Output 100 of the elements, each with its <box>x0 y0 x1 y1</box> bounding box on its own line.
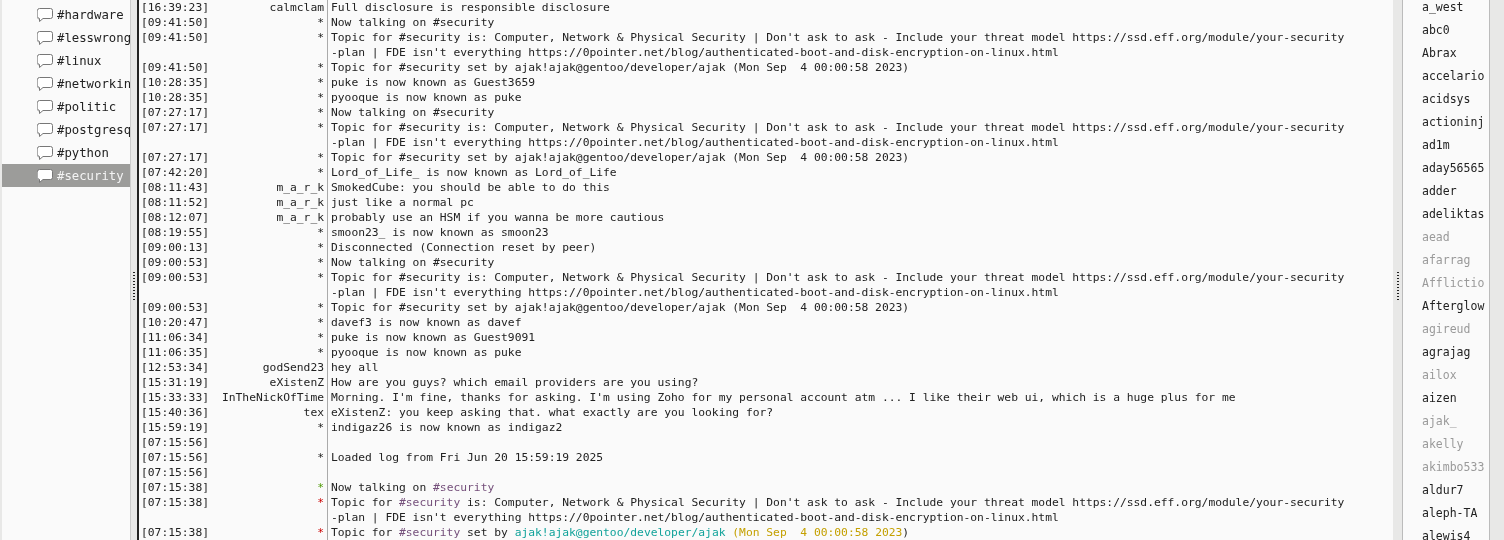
user-name[interactable]: adeliktas <box>1422 207 1485 221</box>
nick-label: * <box>317 226 324 239</box>
nick-label: * <box>317 61 324 74</box>
chat-bubble-icon <box>36 98 53 115</box>
user-name[interactable]: ad1m <box>1422 138 1450 152</box>
timestamp: [07:15:56] <box>141 436 209 449</box>
message-text: pyooque is now known as puke <box>331 90 523 105</box>
chat-bubble-icon <box>36 144 53 161</box>
timestamp: [15:59:19] <box>141 421 209 434</box>
channel-item[interactable]: #python <box>2 141 130 164</box>
timestamp: [07:27:17] <box>141 121 209 134</box>
resize-grip[interactable] <box>1396 272 1399 302</box>
channel-item[interactable]: #postgresq <box>2 118 130 141</box>
chat-bubble-icon <box>36 121 53 138</box>
message-text: eXistenZ: you keep asking that. what exactly are you looking for? <box>331 405 775 420</box>
user-name[interactable]: aizen <box>1422 391 1457 405</box>
message-text: Morning. I'm fine, thanks for asking. I'm using Zoho for my personal account atm ... I like their web ui, which is a huge plus for me <box>331 390 1237 405</box>
message-text: -plan | FDE isn't everything https://0pointer.net/blog/authenticated-boot-and-disk-encryption-on-linux.html <box>331 45 1060 60</box>
user-name[interactable]: alewis4 <box>1422 529 1471 540</box>
user-name[interactable]: abc0 <box>1422 23 1450 37</box>
message-text: probably use an HSM if you wanna be more cautious <box>331 210 666 225</box>
chat-bubble-icon <box>36 75 53 92</box>
message-text: Topic for #security set by ajak!ajak@gentoo/developer/ajak (Mon Sep 4 00:00:58 2023) <box>331 150 911 165</box>
user-name[interactable]: actioninj <box>1422 115 1485 129</box>
message-text: Topic for #security is: Computer, Network & Physical Security | Don't ask to ask - Include your threat model https://ssd.eff.org/module/your-security <box>331 30 1346 45</box>
message-text: smoon23_ is now known as smoon23 <box>331 225 550 240</box>
message-text: -plan | FDE isn't everything https://0pointer.net/blog/authenticated-boot-and-disk-encryption-on-linux.html <box>331 510 1060 525</box>
nick-label: * <box>317 256 324 269</box>
nick-label: * <box>317 166 324 179</box>
nick-label: * <box>317 76 324 89</box>
timestamp: [07:27:17] <box>141 106 209 119</box>
message-text: Topic for #security is: Computer, Network & Physical Security | Don't ask to ask - Include your threat model https://ssd.eff.org/module/your-security <box>331 495 1346 510</box>
timestamp: [10:28:35] <box>141 91 209 104</box>
nick-label: * <box>317 346 324 359</box>
timestamp: [08:11:52] <box>141 196 209 209</box>
timestamp: [09:00:53] <box>141 271 209 284</box>
timestamp: [09:41:50] <box>141 31 209 44</box>
nick-label: * <box>317 121 324 134</box>
nick-label: m_a_r_k <box>276 211 324 224</box>
user-name[interactable]: adder <box>1422 184 1457 198</box>
message-text: Topic for #security set by ajak!ajak@gentoo/developer/ajak (Mon Sep 4 00:00:58 2023) <box>331 525 911 540</box>
nick-label: * <box>317 316 324 329</box>
message-text: davef3 is now known as davef <box>331 315 523 330</box>
nick-label: godSend23 <box>262 361 324 374</box>
timestamp: [09:41:50] <box>141 16 209 29</box>
timestamp: [07:27:17] <box>141 151 209 164</box>
channel-item[interactable]: #lesswrong <box>2 26 130 49</box>
timestamp: [15:33:33] <box>141 391 209 404</box>
user-name[interactable]: Afterglow <box>1422 299 1485 313</box>
message-text: -plan | FDE isn't everything https://0pointer.net/blog/authenticated-boot-and-disk-encryption-on-linux.html <box>331 135 1060 150</box>
timestamp: [07:15:38] <box>141 481 209 494</box>
timestamp: [15:40:36] <box>141 406 209 419</box>
nick-label: tex <box>303 406 324 419</box>
message-text: puke is now known as Guest9091 <box>331 330 537 345</box>
message-text: Now talking on #security <box>331 255 496 270</box>
message-text: Topic for #security set by ajak!ajak@gentoo/developer/ajak (Mon Sep 4 00:00:58 2023) <box>331 300 911 315</box>
message-text: Now talking on #security <box>331 480 496 495</box>
nick-label: * <box>317 106 324 119</box>
timestamp: [07:15:56] <box>141 451 209 464</box>
user-name[interactable]: a_west <box>1422 0 1464 14</box>
user-name[interactable]: aday56565 <box>1422 161 1485 175</box>
user-name[interactable]: accelario <box>1422 69 1485 83</box>
nick-label: * <box>317 331 324 344</box>
chat-bubble-icon <box>36 29 53 46</box>
timestamp: [12:53:34] <box>141 361 209 374</box>
timestamp: [11:06:35] <box>141 346 209 359</box>
nick-label: * <box>317 451 324 464</box>
message-text: Disconnected (Connection reset by peer) <box>331 240 598 255</box>
channel-item[interactable]: #networkin <box>2 72 130 95</box>
user-name[interactable]: agrajag <box>1422 345 1471 359</box>
chat-bubble-icon <box>36 52 53 69</box>
message-text: Lord_of_Life_ is now known as Lord_of_Life <box>331 165 618 180</box>
channel-item[interactable]: #hardware <box>2 3 130 26</box>
message-text: hey all <box>331 360 380 375</box>
message-text: How are you guys? which email providers are you using? <box>331 375 700 390</box>
nick-label: calmclam <box>269 1 324 14</box>
user-name[interactable]: aleph-TA <box>1422 506 1478 520</box>
message-text: -plan | FDE isn't everything https://0pointer.net/blog/authenticated-boot-and-disk-encryption-on-linux.html <box>331 285 1060 300</box>
timestamp: [16:39:23] <box>141 1 209 14</box>
nick-label: * <box>317 241 324 254</box>
channel-item[interactable]: #linux <box>2 49 130 72</box>
message-text: Topic for #security is: Computer, Network & Physical Security | Don't ask to ask - Include your threat model https://ssd.eff.org/module/your-security <box>331 270 1346 285</box>
timestamp: [15:31:19] <box>141 376 209 389</box>
nick-label: * <box>317 151 324 164</box>
message-text: pyooque is now known as puke <box>331 345 523 360</box>
message-text: indigaz26 is now known as indigaz2 <box>331 420 564 435</box>
message-text: Topic for #security set by ajak!ajak@gentoo/developer/ajak (Mon Sep 4 00:00:58 2023) <box>331 60 911 75</box>
message-text: Now talking on #security <box>331 105 496 120</box>
user-name[interactable]: Abrax <box>1422 46 1457 60</box>
nick-label: * <box>317 271 324 284</box>
timestamp: [07:15:56] <box>141 466 209 479</box>
timestamp: [09:00:13] <box>141 241 209 254</box>
message-text: puke is now known as Guest3659 <box>331 75 537 90</box>
message-text: Topic for #security is: Computer, Network & Physical Security | Don't ask to ask - Include your threat model https://ssd.eff.org/module/your-security <box>331 120 1346 135</box>
timestamp: [11:06:34] <box>141 331 209 344</box>
nick-label: m_a_r_k <box>276 181 324 194</box>
nick-label: * <box>317 91 324 104</box>
channel-item[interactable]: #politic <box>2 95 130 118</box>
user-name[interactable]: aldur7 <box>1422 483 1464 497</box>
user-name[interactable]: acidsys <box>1422 92 1471 106</box>
